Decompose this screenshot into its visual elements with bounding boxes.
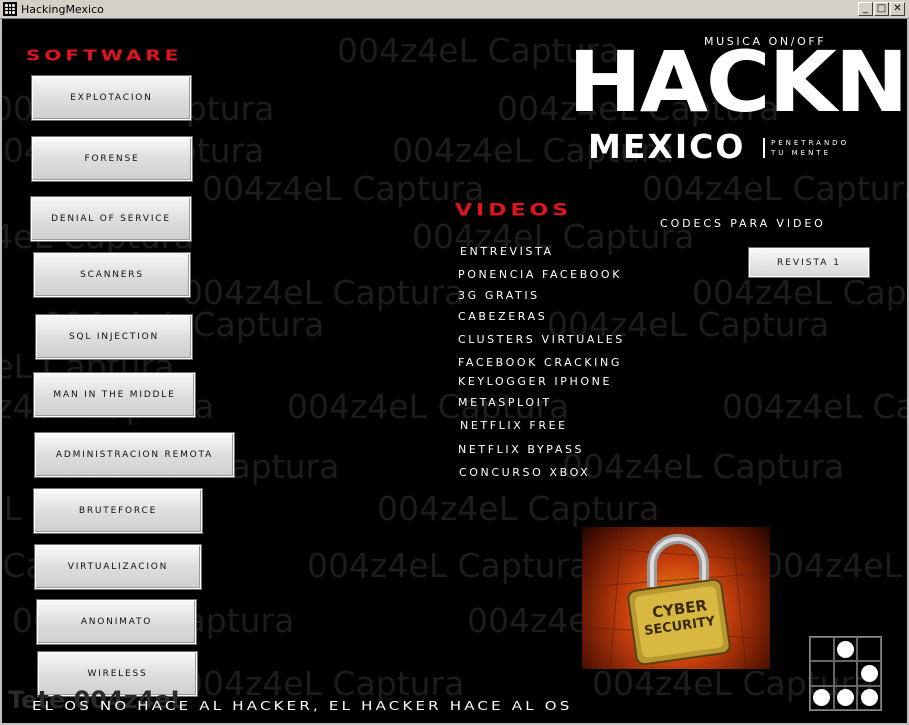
app-icon — [3, 2, 17, 16]
denial-of-service-button[interactable]: DENIAL OF SERVICE — [30, 196, 192, 242]
grid-cell — [833, 637, 858, 662]
grid-cell — [857, 685, 881, 710]
footer-slogan: EL OS NO HACE AL HACKER, EL HACKER HACE … — [32, 698, 573, 714]
video-link-concurso-xbox[interactable]: CONCURSO XBOX — [459, 466, 590, 479]
app-window: 004z4eL Captura 004z4eL Captura 004z4eL … — [0, 19, 909, 725]
video-link-netflix-free[interactable]: NETFLIX FREE — [460, 419, 568, 432]
grid-cell — [833, 661, 858, 686]
watermark: 004z4eL Captura — [377, 489, 660, 528]
window-title: HackingMexico — [21, 2, 104, 16]
watermark: 004z4eL Captura — [182, 273, 465, 312]
grid-cell — [857, 661, 881, 686]
video-link-keylogger-iphone[interactable]: KEYLOGGER IPHONE — [458, 375, 612, 388]
minimize-button[interactable]: _ — [858, 2, 873, 16]
bruteforce-button[interactable]: BRUTEFORCE — [33, 488, 203, 534]
cyber-security-image: CYBER SECURITY — [582, 527, 770, 669]
sql-injection-button[interactable]: SQL INJECTION — [35, 314, 193, 360]
grid-cell — [810, 637, 834, 662]
close-button[interactable]: ✕ — [890, 2, 905, 16]
watermark: 004z4eL Captura — [762, 546, 907, 585]
grid-cell — [857, 637, 881, 662]
dots-grid-logo — [809, 636, 882, 711]
video-link-facebook-cracking[interactable]: FACEBOOK CRACKING — [458, 356, 622, 369]
grid-cell — [810, 661, 834, 686]
title-bar: HackingMexico _ □ ✕ — [0, 0, 909, 19]
maximize-button[interactable]: □ — [874, 2, 889, 16]
revista-button[interactable]: REVISTA 1 — [748, 247, 870, 278]
logo-main-text: HACKNG — [568, 33, 907, 131]
video-link-cabezeras[interactable]: CABEZERAS — [458, 310, 547, 323]
logo-sub-text: MEXICO — [588, 127, 746, 166]
watermark: 004z4eL Captura — [202, 169, 485, 208]
administracion-remota-button[interactable]: ADMINISTRACION REMOTA — [34, 432, 235, 478]
video-link-clusters-virtuales[interactable]: CLUSTERS VIRTUALES — [458, 333, 625, 346]
watermark: 004z4eL Captura — [642, 169, 909, 208]
virtualizacion-button[interactable]: VIRTUALIZACION — [34, 544, 202, 590]
video-link-netflix-bypass[interactable]: NETFLIX BYPASS — [458, 443, 584, 456]
video-link-3g-gratis[interactable]: 3G GRATIS — [458, 289, 540, 302]
window-controls: _ □ ✕ — [858, 2, 905, 16]
codecs-link[interactable]: CODECS PARA VIDEO — [660, 217, 826, 230]
grid-cell — [810, 685, 834, 710]
video-link-ponencia-facebook[interactable]: PONENCIA FACEBOOK — [458, 268, 622, 281]
watermark: 004z4eL Captura — [562, 447, 845, 486]
grid-cell — [833, 685, 858, 710]
man-in-the-middle-button[interactable]: MAN IN THE MIDDLE — [33, 372, 196, 418]
watermark: 004z4eL Captura — [307, 546, 590, 585]
padlock-icon — [582, 527, 770, 669]
anonimato-button[interactable]: ANONIMATO — [36, 599, 197, 645]
software-heading: SOFTWARE — [26, 46, 183, 64]
scanners-button[interactable]: SCANNERS — [33, 252, 191, 298]
explotacion-button[interactable]: EXPLOTACION — [31, 75, 192, 121]
videos-heading: VIDEOS — [455, 201, 573, 220]
hackingmexico-logo: HACKNG MEXICO PENETRANDO TU MENTE — [568, 33, 907, 164]
video-link-metasploit[interactable]: METASPLOIT — [458, 396, 552, 409]
watermark: 004z4eL Captura — [722, 387, 907, 426]
logo-tagline: PENETRANDO TU MENTE — [763, 138, 863, 158]
video-link-entrevista[interactable]: ENTREVISTA — [460, 245, 554, 258]
forense-button[interactable]: FORENSE — [31, 136, 193, 182]
watermark: 004z4eL Captura — [692, 273, 907, 312]
